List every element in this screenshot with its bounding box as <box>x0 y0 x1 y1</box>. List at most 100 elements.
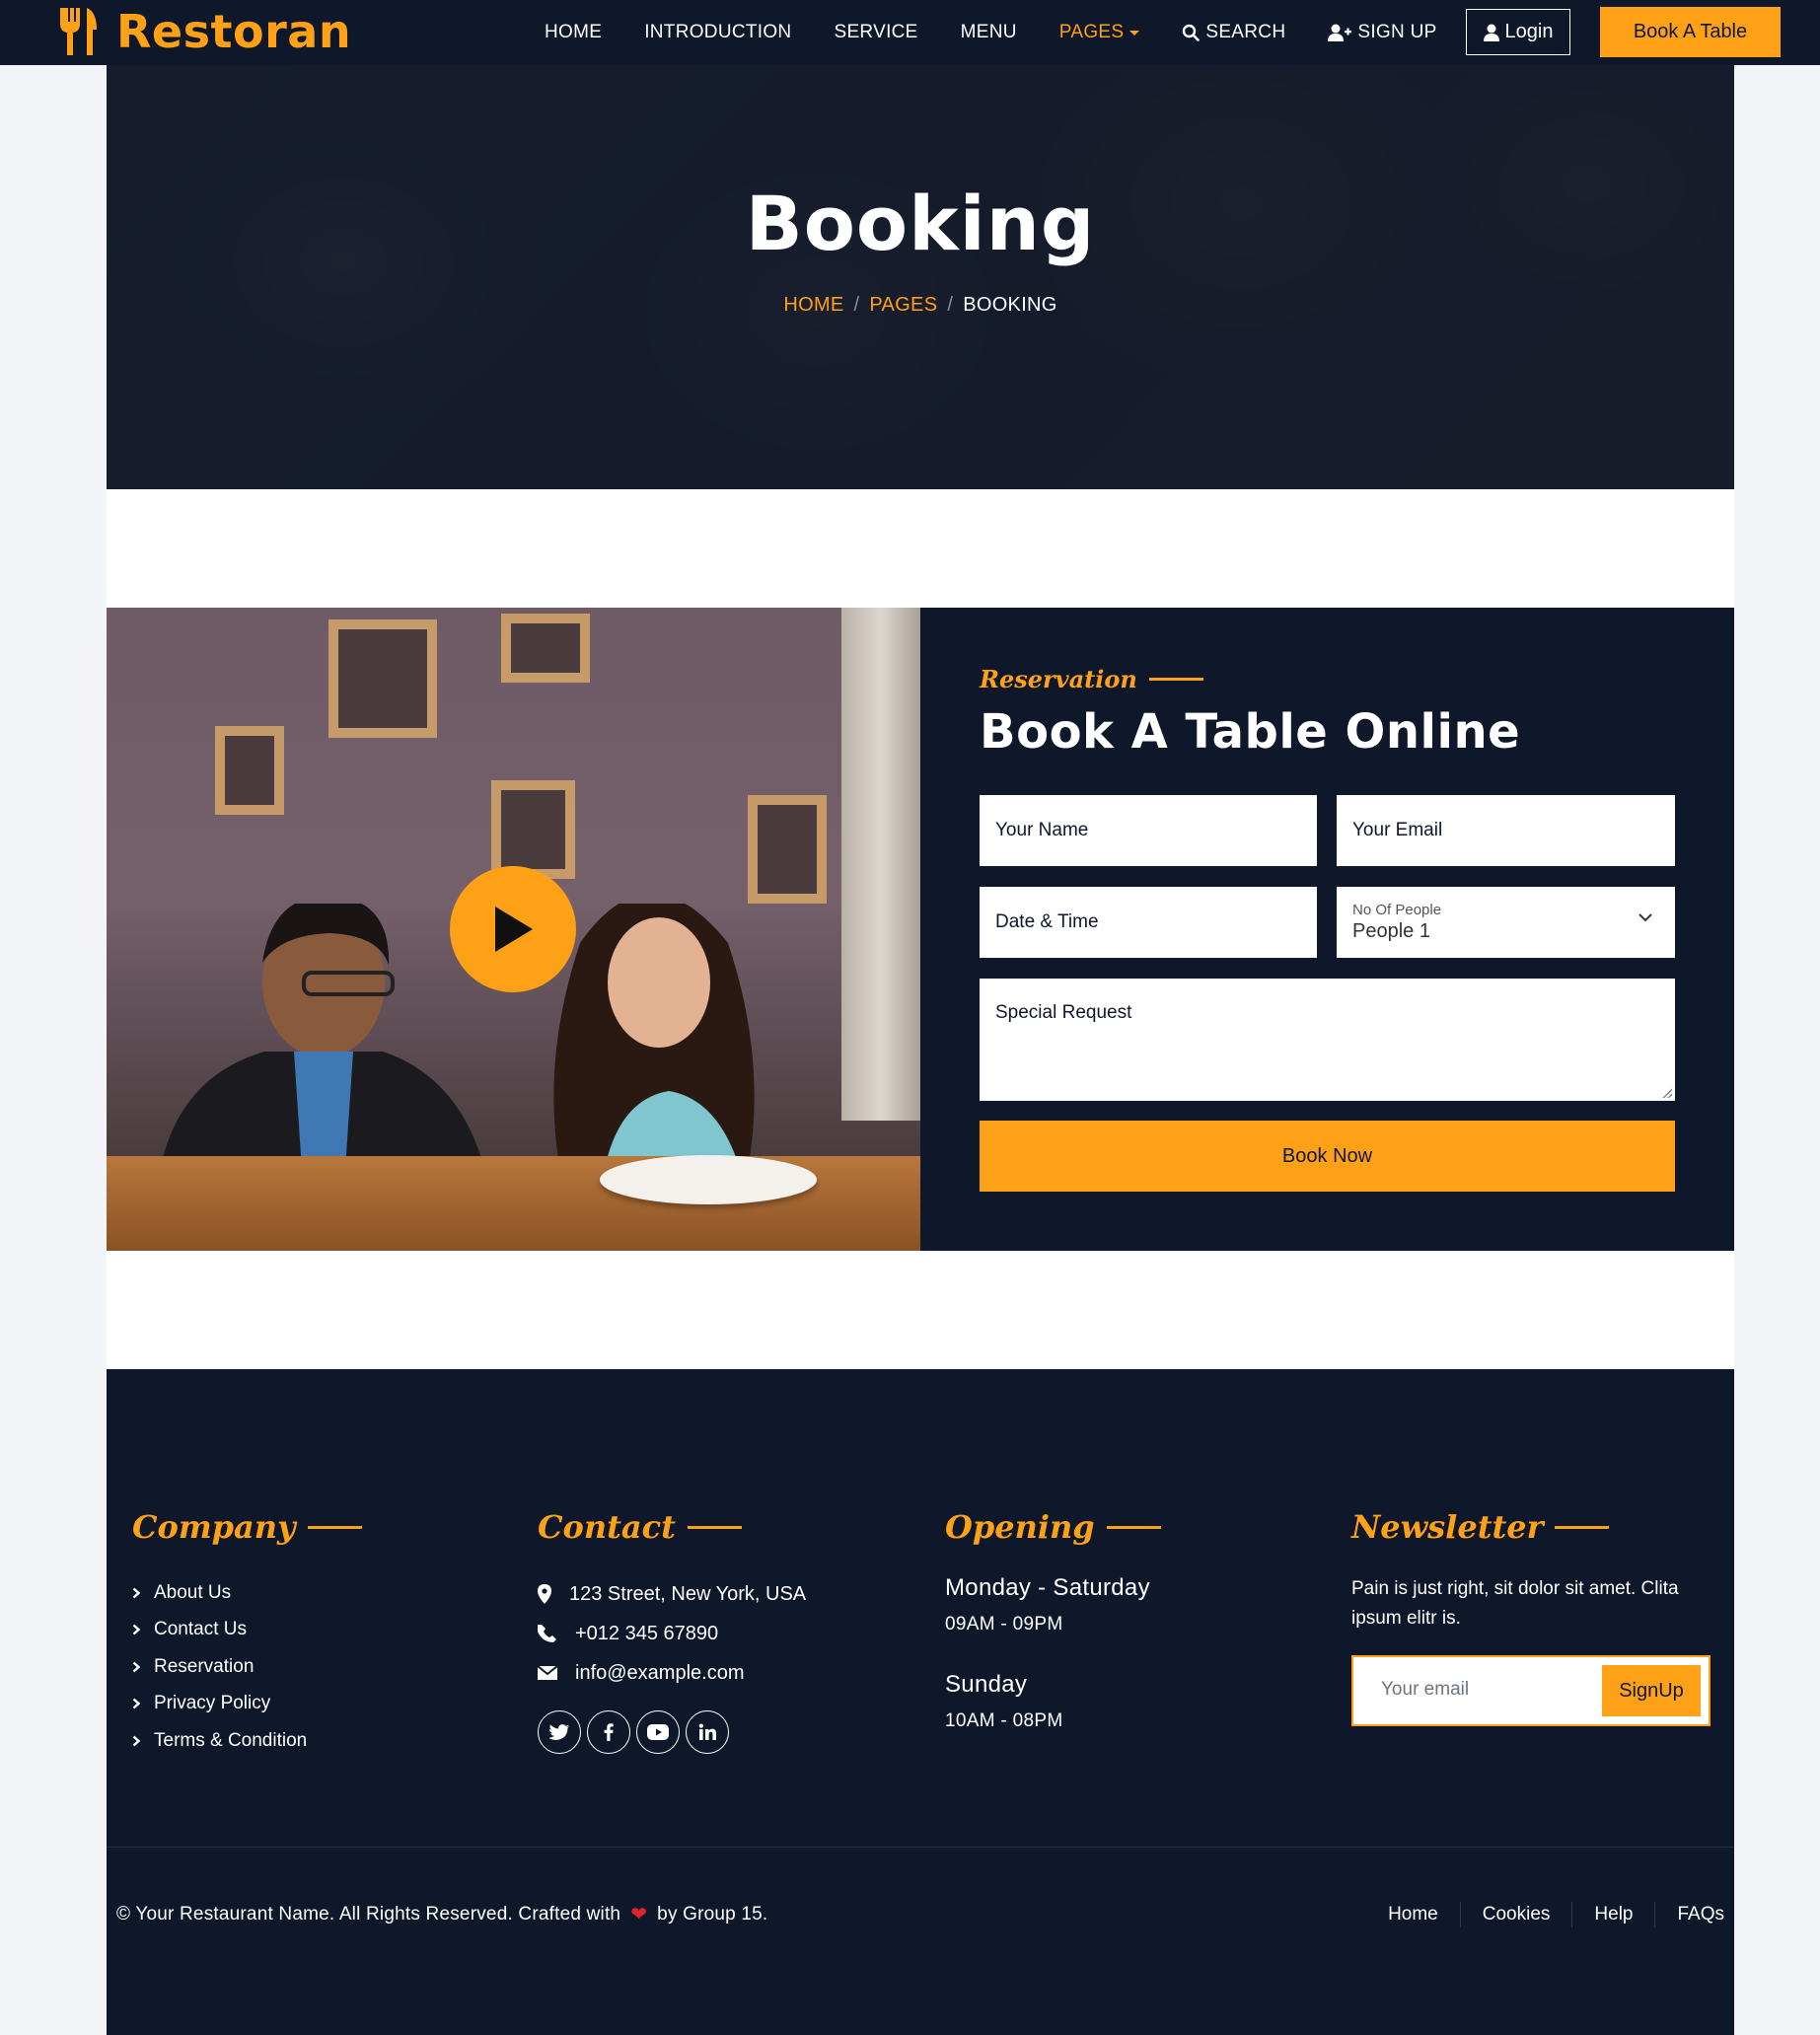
resize-handle[interactable] <box>1662 1088 1672 1098</box>
chevron-right-icon <box>132 1624 140 1635</box>
name-field[interactable]: Your Name <box>980 795 1317 866</box>
footer-menu-faqs[interactable]: FAQs <box>1654 1902 1724 1927</box>
spacer-top <box>107 489 1734 608</box>
page-title: Booking <box>745 180 1096 267</box>
special-request-label: Special Request <box>995 1002 1132 1023</box>
footer-link-terms[interactable]: Terms & Condition <box>132 1722 362 1760</box>
footer-link-label: About Us <box>154 1581 232 1603</box>
opening-day-weekday: Monday - Saturday <box>945 1574 1150 1601</box>
search-icon <box>1183 24 1201 41</box>
facebook-icon[interactable] <box>587 1710 630 1754</box>
wall-shelf <box>328 619 437 738</box>
footer: Company About Us Contact Us Reservation … <box>107 1369 1734 2035</box>
section-tag: Reservation <box>980 665 1203 693</box>
wall-shelf <box>491 780 575 879</box>
people-select-value: People 1 <box>1352 920 1430 942</box>
wall-shelf <box>748 795 827 904</box>
footer-menu-cookies[interactable]: Cookies <box>1459 1902 1572 1927</box>
book-a-table-button[interactable]: Book A Table <box>1600 7 1781 57</box>
newsletter-form: Your email SignUp <box>1351 1655 1711 1726</box>
linkedin-icon[interactable] <box>686 1710 729 1754</box>
breadcrumb-pages[interactable]: PAGES <box>869 294 937 317</box>
footer-menu-help[interactable]: Help <box>1571 1902 1654 1927</box>
envelope-icon <box>538 1665 557 1680</box>
footer-link-label: Reservation <box>154 1655 255 1677</box>
wall-shelf <box>501 614 590 683</box>
nav-signup-label: SIGN UP <box>1357 22 1437 42</box>
login-label: Login <box>1504 21 1554 42</box>
chevron-right-icon <box>132 1735 140 1747</box>
footer-link-about[interactable]: About Us <box>132 1574 362 1612</box>
youtube-icon[interactable] <box>636 1710 680 1754</box>
footer-link-privacy[interactable]: Privacy Policy <box>132 1686 362 1723</box>
chevron-right-icon <box>132 1661 140 1673</box>
social-links <box>538 1710 806 1754</box>
breadcrumb: HOME / PAGES / BOOKING <box>107 294 1734 317</box>
brand-name: Restoran <box>116 5 352 58</box>
nav-pages-label: PAGES <box>1058 22 1125 42</box>
footer-company-heading: Company <box>132 1507 362 1547</box>
breadcrumb-home[interactable]: HOME <box>783 294 843 317</box>
breadcrumb-separator: / <box>853 294 860 316</box>
email-field-label: Your Email <box>1352 820 1443 840</box>
people-select[interactable]: No Of People People 1 <box>1337 887 1675 958</box>
breadcrumb-separator: / <box>947 294 954 316</box>
newsletter-signup-button[interactable]: SignUp <box>1602 1665 1701 1716</box>
play-video-button[interactable] <box>450 866 576 992</box>
food-plate <box>600 1155 817 1204</box>
special-request-textarea[interactable]: Special Request <box>980 979 1675 1101</box>
nav-signup[interactable]: SIGN UP <box>1328 22 1436 43</box>
caret-down-icon <box>1129 30 1140 36</box>
newsletter-email-input[interactable]: Your email <box>1381 1679 1469 1701</box>
window-curtain <box>841 608 920 1121</box>
nav-service[interactable]: SERVICE <box>834 22 917 43</box>
datetime-field-label: Date & Time <box>995 911 1099 932</box>
play-icon <box>495 907 533 952</box>
map-marker-icon <box>538 1584 551 1604</box>
opening-hours-sunday: 10AM - 08PM <box>945 1710 1063 1731</box>
footer-newsletter: Newsletter Pain is just right, sit dolor… <box>1351 1507 1716 1726</box>
newsletter-description: Pain is just right, sit dolor sit amet. … <box>1351 1578 1679 1629</box>
name-field-label: Your Name <box>995 820 1089 840</box>
footer-opening: Opening Monday - Saturday 09AM - 09PM Su… <box>945 1507 1161 1768</box>
user-plus-icon <box>1328 24 1352 41</box>
form-heading: Book A Table Online <box>980 704 1521 760</box>
footer-link-contact[interactable]: Contact Us <box>132 1612 362 1649</box>
footer-newsletter-heading: Newsletter <box>1351 1507 1716 1547</box>
utensils-icon <box>60 8 97 55</box>
wall-shelf <box>215 726 284 815</box>
copyright-credit: by Group 15. <box>657 1903 768 1925</box>
footer-link-label: Contact Us <box>154 1619 247 1640</box>
datetime-field[interactable]: Date & Time <box>980 887 1317 958</box>
chevron-right-icon <box>132 1698 140 1709</box>
video-thumbnail <box>107 608 920 1251</box>
copyright-text: © Your Restaurant Name. All Rights Reser… <box>116 1903 621 1925</box>
opening-day-sunday: Sunday <box>945 1671 1028 1698</box>
twitter-icon[interactable] <box>538 1710 581 1754</box>
nav-introduction[interactable]: INTRODUCTION <box>644 22 791 43</box>
login-button[interactable]: Login <box>1466 9 1570 55</box>
heart-icon: ❤ <box>630 1904 648 1926</box>
nav-menu-link[interactable]: MENU <box>961 22 1017 43</box>
nav-home[interactable]: HOME <box>545 22 602 43</box>
book-now-button[interactable]: Book Now <box>980 1121 1675 1192</box>
contact-phone-text: +012 345 67890 <box>575 1622 719 1644</box>
chevron-down-icon <box>1638 913 1652 922</box>
footer-link-label: Privacy Policy <box>154 1693 271 1714</box>
chevron-right-icon <box>132 1587 140 1599</box>
navbar: Restoran HOME INTRODUCTION SERVICE MENU … <box>0 0 1820 65</box>
contact-phone: +012 345 67890 <box>538 1614 806 1653</box>
phone-icon <box>538 1625 556 1642</box>
nav-search-label: SEARCH <box>1205 22 1286 42</box>
nav-search[interactable]: SEARCH <box>1182 22 1285 43</box>
brand-logo[interactable]: Restoran <box>57 4 351 59</box>
footer-divider <box>107 1847 1734 1848</box>
footer-menu: Home Cookies Help FAQs <box>1366 1902 1724 1927</box>
nav-pages-dropdown[interactable]: PAGES <box>1059 22 1140 43</box>
contact-email: info@example.com <box>538 1653 806 1693</box>
footer-link-reservation[interactable]: Reservation <box>132 1648 362 1686</box>
footer-link-label: Terms & Condition <box>154 1729 308 1751</box>
email-field[interactable]: Your Email <box>1337 795 1675 866</box>
footer-contact: Contact 123 Street, New York, USA +012 3… <box>538 1507 806 1754</box>
footer-menu-home[interactable]: Home <box>1366 1902 1460 1927</box>
